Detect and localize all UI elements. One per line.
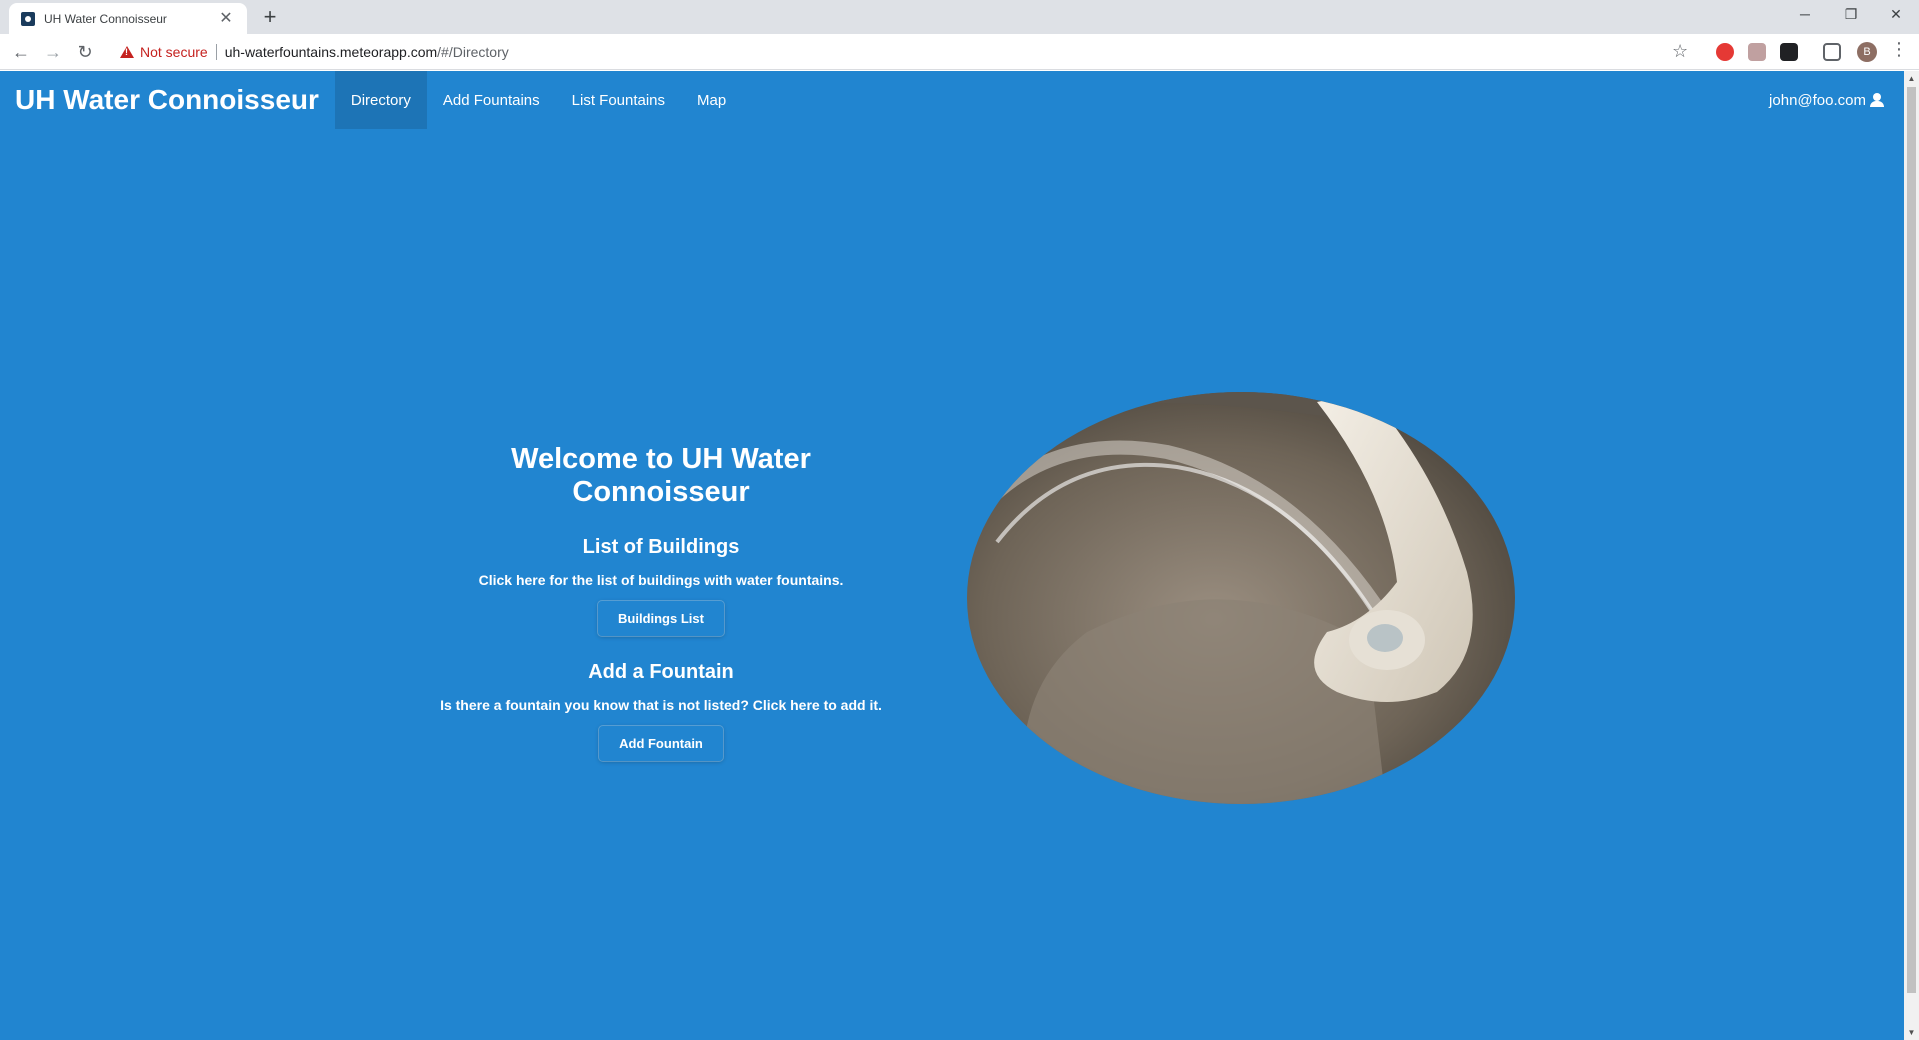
buildings-heading: List of Buildings: [582, 536, 740, 558]
site-favicon-icon: [21, 11, 35, 26]
page-title: Welcome to UH Water Connoisseur: [511, 443, 811, 508]
media-control-icon[interactable]: [1823, 43, 1841, 61]
nav-list-fountains[interactable]: List Fountains: [556, 71, 681, 129]
add-fountain-heading: Add a Fountain: [588, 661, 734, 683]
browser-menu-icon[interactable]: ⋮: [1890, 39, 1908, 60]
extension-opera-icon[interactable]: [1716, 43, 1734, 61]
brand-logo[interactable]: UH Water Connoisseur: [0, 71, 335, 129]
buildings-list-button[interactable]: Buildings List: [598, 601, 724, 636]
tab-title: UH Water Connoisseur: [44, 11, 167, 26]
add-fountain-button[interactable]: Add Fountain: [599, 726, 723, 761]
user-icon: [1870, 93, 1884, 107]
nav-directory[interactable]: Directory: [334, 71, 427, 129]
extension-dark-icon[interactable]: [1780, 43, 1798, 61]
window-close-icon[interactable]: ✕: [1873, 0, 1919, 30]
url-path: /#/Directory: [437, 44, 509, 60]
user-menu[interactable]: john@foo.com: [1769, 71, 1904, 129]
scroll-up-icon[interactable]: ▲: [1907, 74, 1916, 83]
forward-icon[interactable]: →: [38, 37, 68, 67]
warning-icon: [120, 46, 134, 58]
user-email: john@foo.com: [1769, 91, 1866, 109]
profile-avatar[interactable]: B: [1857, 42, 1877, 62]
back-icon[interactable]: ←: [6, 37, 36, 67]
reload-icon[interactable]: ↻: [70, 37, 100, 67]
close-tab-icon[interactable]: ✕: [217, 10, 235, 28]
browser-toolbar: ← → ↻ Not secure uh-waterfountains.meteo…: [0, 34, 1919, 70]
address-bar[interactable]: Not secure uh-waterfountains.meteorapp.c…: [110, 38, 1770, 66]
browser-tabstrip: UH Water Connoisseur ✕ + ─ ❐ ✕: [0, 0, 1919, 34]
minimize-icon[interactable]: ─: [1782, 0, 1828, 30]
water-fountain-photo: [967, 392, 1515, 804]
new-tab-button[interactable]: +: [256, 4, 284, 32]
buildings-description: Click here for the list of buildings wit…: [478, 572, 844, 588]
page-body: UH Water Connoisseur Directory Add Fount…: [0, 71, 1904, 1040]
top-navbar: UH Water Connoisseur Directory Add Fount…: [0, 71, 1904, 129]
scroll-down-icon[interactable]: ▼: [1907, 1028, 1916, 1037]
extension-cast-icon[interactable]: [1748, 43, 1766, 61]
browser-tab[interactable]: UH Water Connoisseur ✕: [9, 3, 247, 34]
vertical-scrollbar[interactable]: ▲ ▼: [1904, 71, 1919, 1040]
restore-icon[interactable]: ❐: [1828, 0, 1874, 30]
bookmark-star-icon[interactable]: ☆: [1672, 41, 1688, 62]
nav-map[interactable]: Map: [681, 71, 742, 129]
add-fountain-description: Is there a fountain you know that is not…: [440, 697, 882, 713]
welcome-section: Welcome to UH Water Connoisseur List of …: [430, 443, 892, 786]
nav-add-fountains[interactable]: Add Fountains: [427, 71, 556, 129]
address-separator: [215, 44, 217, 60]
security-status[interactable]: Not secure: [140, 44, 208, 60]
url-host: uh-waterfountains.meteorapp.com: [224, 44, 438, 60]
scroll-thumb[interactable]: [1907, 87, 1916, 993]
